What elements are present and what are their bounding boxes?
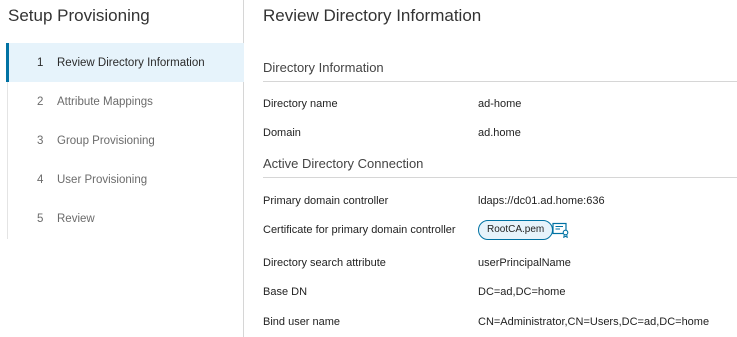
base-dn-value: DC=ad,DC=home [478, 286, 566, 298]
base-dn-row: Base DN DC=ad,DC=home [263, 286, 737, 302]
step-label: User Provisioning [57, 173, 148, 186]
step-label: Group Provisioning [57, 134, 155, 147]
primary-domain-controller-value: ldaps://dc01.ad.home:636 [478, 195, 605, 207]
certificate-row: Certificate for primary domain controlle… [263, 220, 737, 240]
primary-domain-controller-row: Primary domain controller ldaps://dc01.a… [263, 195, 737, 211]
directory-name-value: ad-home [478, 98, 522, 110]
step-label: Attribute Mappings [57, 95, 153, 108]
main-panel: Review Directory Information Directory I… [263, 0, 737, 337]
bind-user-name-value: CN=Administrator,CN=Users,DC=ad,DC=home [478, 316, 710, 328]
step-number: 2 [37, 95, 44, 108]
directory-search-attribute-label: Directory search attribute [263, 257, 386, 269]
step-number: 4 [37, 173, 44, 186]
certificate-icon[interactable] [552, 222, 570, 238]
certificate-file-pill[interactable]: RootCA.pem [478, 220, 554, 240]
page-title: Review Directory Information [263, 6, 482, 25]
sidebar: Setup Provisioning 1 Review Directory In… [0, 0, 244, 337]
step-user-provisioning[interactable]: 4 User Provisioning [8, 160, 244, 199]
active-directory-connection-heading: Active Directory Connection [263, 156, 737, 178]
directory-search-attribute-value: userPrincipalName [478, 257, 571, 269]
step-number: 5 [37, 212, 44, 225]
base-dn-label: Base DN [263, 286, 308, 298]
directory-search-attribute-row: Directory search attribute userPrincipal… [263, 257, 737, 273]
sidebar-title: Setup Provisioning [8, 6, 150, 25]
bind-user-name-label: Bind user name [263, 316, 341, 328]
step-attribute-mappings[interactable]: 2 Attribute Mappings [8, 82, 244, 121]
bind-user-name-row: Bind user name CN=Administrator,CN=Users… [263, 316, 737, 332]
step-number: 1 [37, 56, 44, 69]
step-review-directory-information[interactable]: 1 Review Directory Information [6, 43, 244, 82]
domain-label: Domain [263, 127, 301, 139]
step-label: Review [57, 212, 95, 225]
directory-name-label: Directory name [263, 98, 338, 110]
step-group-provisioning[interactable]: 3 Group Provisioning [8, 121, 244, 160]
domain-value: ad.home [478, 127, 521, 139]
step-review[interactable]: 5 Review [8, 199, 244, 238]
certificate-label: Certificate for primary domain controlle… [263, 224, 456, 236]
directory-name-row: Directory name ad-home [263, 98, 737, 114]
step-number: 3 [37, 134, 44, 147]
primary-domain-controller-label: Primary domain controller [263, 195, 389, 207]
step-list: 1 Review Directory Information 2 Attribu… [6, 43, 244, 239]
step-label: Review Directory Information [57, 56, 205, 69]
directory-information-heading: Directory Information [263, 60, 737, 82]
domain-row: Domain ad.home [263, 127, 737, 143]
